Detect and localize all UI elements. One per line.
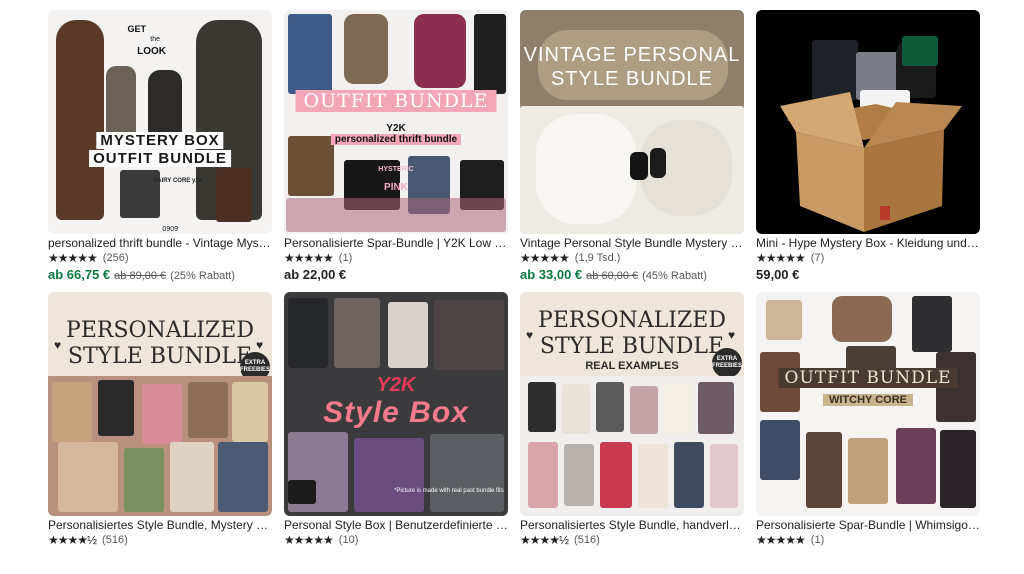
price-line: ab 66,75 € ab 89,00 € (25% Rabatt) xyxy=(48,267,272,282)
product-title[interactable]: Personal Style Box | Benutzerdefinierte … xyxy=(284,518,508,533)
price: ab 22,00 € xyxy=(284,267,347,282)
image-title-line2: STYLE BUNDLE xyxy=(539,334,725,359)
star-rating-icon: ★★★★★ xyxy=(756,251,806,265)
image-caption: *Picture is made with real past bundle f… xyxy=(394,488,504,494)
review-count: (10) xyxy=(338,534,359,546)
product-card[interactable]: PERSONALIZED STYLE BUNDLE ♥ ♥ EXTRA FREE… xyxy=(48,292,272,574)
image-hysteric: HYSTERIC xyxy=(378,166,414,173)
extra-freebies-badge: EXTRA FREEBIES xyxy=(712,348,742,378)
image-title-line1: PERSONALIZED xyxy=(538,308,726,333)
product-image[interactable]: OUTFIT BUNDLE WITCHY CORE xyxy=(756,292,980,516)
product-rating: ★★★★★ (256) xyxy=(48,251,272,265)
image-title-line2: OUTFIT BUNDLE xyxy=(89,150,231,167)
product-card[interactable]: OUTFIT BUNDLE Y2K personalized thrift bu… xyxy=(284,10,508,292)
product-title[interactable]: Personalisiertes Style Bundle, handverle… xyxy=(520,518,744,533)
heart-icon: ♥ xyxy=(728,328,736,342)
image-subtext: FAIRY CORE y2k xyxy=(153,178,202,184)
sale-price: ab 33,00 € xyxy=(520,267,583,282)
product-rating: ★★★★★ (10) xyxy=(284,533,508,547)
product-rating: ★★★★½ (516) xyxy=(520,533,744,547)
price-line: ab 22,00 € xyxy=(284,267,508,282)
product-image[interactable] xyxy=(756,10,980,234)
product-image[interactable]: PERSONALIZED STYLE BUNDLE ♥ ♥ EXTRA FREE… xyxy=(48,292,272,516)
image-title-line1: PERSONALIZED xyxy=(66,318,254,343)
image-title-line2: STYLE BUNDLE xyxy=(550,68,714,90)
price-line: ab 33,00 € ab 60,00 € (45% Rabatt) xyxy=(520,267,744,282)
sale-price: ab 66,75 € xyxy=(48,267,111,282)
product-image[interactable]: OUTFIT BUNDLE Y2K personalized thrift bu… xyxy=(284,10,508,234)
product-image[interactable]: PERSONALIZED STYLE BUNDLE REAL EXAMPLES … xyxy=(520,292,744,516)
product-card[interactable]: VINTAGE PERSONAL STYLE BUNDLE Vintage Pe… xyxy=(520,10,744,292)
star-rating-icon: ★★★★½ xyxy=(520,533,569,547)
star-rating-icon: ★★★★★ xyxy=(756,533,806,547)
review-count: (1) xyxy=(338,252,353,264)
star-rating-icon: ★★★★★ xyxy=(284,533,334,547)
review-count: (516) xyxy=(574,534,600,546)
image-text-get: GET xyxy=(127,24,146,34)
original-price: ab 60,00 € xyxy=(586,270,639,282)
image-title: OUTFIT BUNDLE xyxy=(778,368,958,388)
product-title[interactable]: personalized thrift bundle - Vintage Mys… xyxy=(48,236,272,251)
image-y2k: Y2K xyxy=(386,123,406,134)
review-count: (256) xyxy=(102,252,129,264)
star-rating-icon: ★★★★★ xyxy=(284,251,334,265)
image-text-the: the xyxy=(150,36,160,43)
product-title[interactable]: Personalisierte Spar-Bundle | Whimsigoth… xyxy=(756,518,980,533)
image-text-look: LOOK xyxy=(137,46,166,57)
star-rating-icon: ★★★★½ xyxy=(48,533,97,547)
product-rating: ★★★★★ (1,9 Tsd.) xyxy=(520,251,744,265)
image-title-line2: STYLE BUNDLE xyxy=(67,344,253,369)
price-line: 59,00 € xyxy=(756,267,980,282)
product-image[interactable]: VINTAGE PERSONAL STYLE BUNDLE xyxy=(520,10,744,234)
image-title-line2: Style Box xyxy=(323,396,469,429)
heart-icon: ♥ xyxy=(54,338,62,352)
review-count: (7) xyxy=(810,252,825,264)
image-pink: PINK xyxy=(384,182,408,193)
price: 59,00 € xyxy=(756,267,800,282)
product-grid: GET the LOOK MYSTERY BOX OUTFIT BUNDLE F… xyxy=(48,10,980,574)
product-card[interactable]: Y2K Style Box *Picture is made with real… xyxy=(284,292,508,574)
product-card[interactable]: PERSONALIZED STYLE BUNDLE REAL EXAMPLES … xyxy=(520,292,744,574)
product-rating: ★★★★★ (1) xyxy=(756,533,980,547)
image-title-line1: MYSTERY BOX xyxy=(96,132,224,149)
image-number: 0909 xyxy=(162,226,178,233)
image-subtitle: personalized thrift bundle xyxy=(330,134,462,145)
product-rating: ★★★★★ (1) xyxy=(284,251,508,265)
discount-label: (45% Rabatt) xyxy=(642,270,707,282)
review-count: (1) xyxy=(810,534,825,546)
product-rating: ★★★★★ (7) xyxy=(756,251,980,265)
star-rating-icon: ★★★★★ xyxy=(520,251,570,265)
image-subtitle: REAL EXAMPLES xyxy=(585,360,679,372)
product-card[interactable]: OUTFIT BUNDLE WITCHY CORE Personalisiert… xyxy=(756,292,980,574)
discount-label: (25% Rabatt) xyxy=(170,270,235,282)
original-price: ab 89,00 € xyxy=(114,270,167,282)
product-image[interactable]: Y2K Style Box *Picture is made with real… xyxy=(284,292,508,516)
product-card[interactable]: Mini - Hype Mystery Box - Kleidung und A… xyxy=(756,10,980,292)
review-count: (516) xyxy=(102,534,128,546)
cardboard-box-icon xyxy=(780,92,962,232)
image-title: OUTFIT BUNDLE xyxy=(295,90,497,112)
review-count: (1,9 Tsd.) xyxy=(574,252,621,264)
image-title-line1: VINTAGE PERSONAL xyxy=(523,44,741,66)
star-rating-icon: ★★★★★ xyxy=(48,251,98,265)
image-subtitle: WITCHY CORE xyxy=(822,394,914,406)
heart-icon: ♥ xyxy=(256,338,264,352)
heart-icon: ♥ xyxy=(526,328,534,342)
logo-badge xyxy=(288,480,316,504)
product-title[interactable]: Vintage Personal Style Bundle Mystery Bo… xyxy=(520,236,744,251)
product-title[interactable]: Personalisiertes Style Bundle, Mystery B… xyxy=(48,518,272,533)
product-card[interactable]: GET the LOOK MYSTERY BOX OUTFIT BUNDLE F… xyxy=(48,10,272,292)
product-title[interactable]: Personalisierte Spar-Bundle | Y2K Low Ri… xyxy=(284,236,508,251)
image-title-line1: Y2K xyxy=(376,374,416,396)
product-rating: ★★★★½ (516) xyxy=(48,533,272,547)
product-title[interactable]: Mini - Hype Mystery Box - Kleidung und A… xyxy=(756,236,980,251)
product-image[interactable]: GET the LOOK MYSTERY BOX OUTFIT BUNDLE F… xyxy=(48,10,272,234)
